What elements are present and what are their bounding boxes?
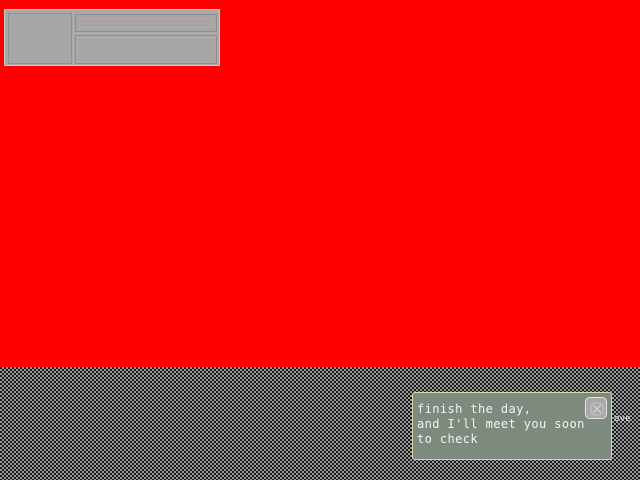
dialogue-box: finish the day, and I'll meet you soon t…	[412, 392, 612, 460]
side-label: ove	[614, 414, 631, 424]
dialogue-text: finish the day, and I'll meet you soon t…	[417, 402, 585, 446]
info-panel-frame	[77, 37, 215, 62]
close-icon	[590, 402, 604, 416]
name-bar	[75, 14, 217, 32]
close-button[interactable]	[585, 397, 607, 419]
portrait-slot	[8, 13, 72, 64]
game-scene: finish the day, and I'll meet you soon t…	[0, 0, 640, 480]
name-bar-frame	[79, 18, 213, 28]
status-hud	[4, 9, 220, 66]
info-panel	[75, 35, 217, 64]
